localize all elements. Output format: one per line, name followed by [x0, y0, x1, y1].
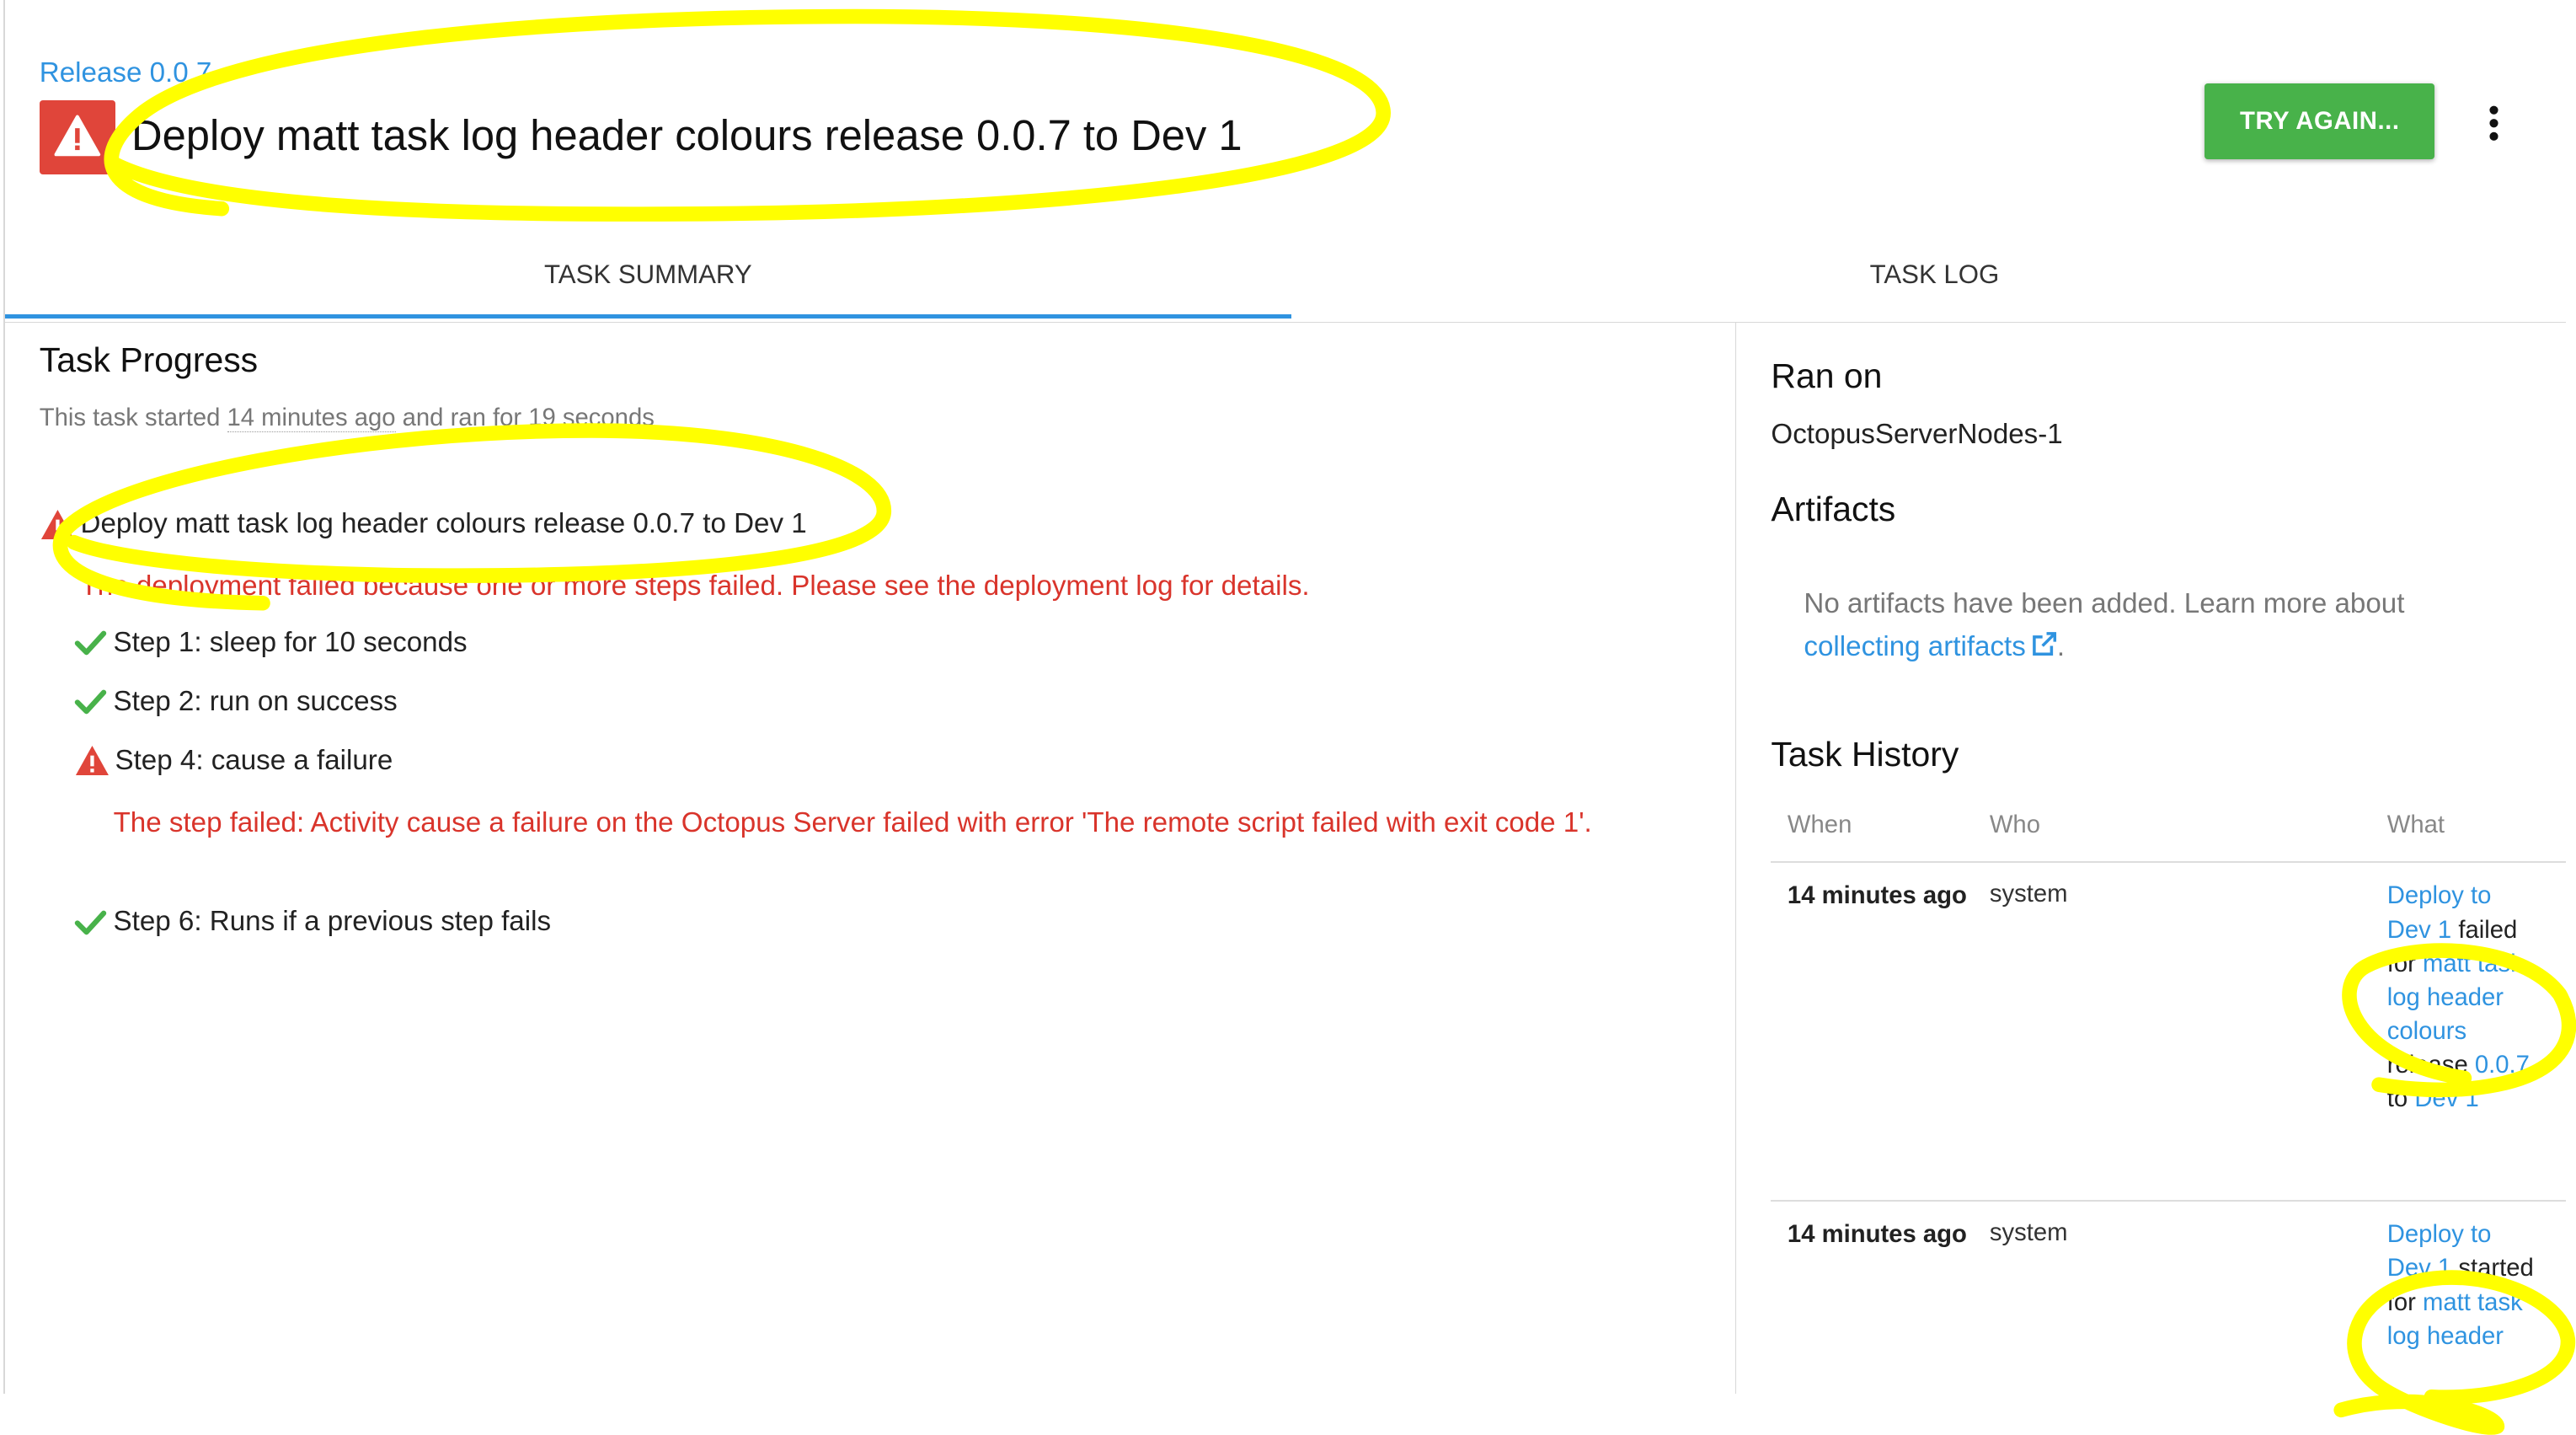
check-icon: [74, 910, 106, 934]
active-tab-indicator: [4, 313, 1291, 319]
panel-divider: [1734, 322, 1737, 1394]
task-started-text: This task started 14 minutes ago and ran…: [40, 404, 655, 432]
task-page: Release 0.0.7 Deploy matt task log heade…: [0, 0, 2576, 1435]
page-title: Deploy matt task log header colours rele…: [131, 110, 1243, 159]
try-again-button[interactable]: TRY AGAIN...: [2205, 83, 2435, 160]
warning-icon: [40, 509, 74, 539]
collecting-artifacts-link[interactable]: collecting artifacts: [1804, 631, 2056, 662]
history-link-environment[interactable]: Dev 1: [2414, 1085, 2478, 1112]
warning-icon: [54, 115, 100, 157]
history-when: 14 minutes ago: [1787, 1221, 1967, 1249]
history-what: Deploy to Dev 1 started for matt task lo…: [2387, 1218, 2538, 1353]
breadcrumb-release-link[interactable]: Release 0.0.7: [40, 57, 212, 89]
artifacts-message-text: No artifacts have been added. Learn more…: [1804, 588, 2405, 620]
column-header-when: When: [1787, 811, 1852, 839]
started-middle: and ran for: [395, 404, 529, 431]
history-who: system: [1989, 1219, 2068, 1247]
history-text: release: [2386, 1052, 2475, 1079]
step-row: Step 1: sleep for 10 seconds: [74, 626, 468, 659]
history-when: 14 minutes ago: [1787, 882, 1967, 910]
history-text: to: [2386, 1085, 2415, 1113]
tab-bar: TASK SUMMARY TASK LOG: [4, 230, 2567, 324]
check-icon: [74, 689, 106, 715]
more-vert-icon[interactable]: [2477, 99, 2510, 148]
task-error-message: The deployment failed because one or mor…: [80, 570, 1310, 602]
step-row: Step 2: run on success: [74, 685, 398, 718]
column-header-what: What: [2386, 811, 2445, 839]
page-border: [3, 0, 5, 1394]
table-divider: [1771, 1199, 2567, 1202]
artifacts-empty-message: No artifacts have been added. Learn more…: [1804, 583, 2510, 668]
ran-on-heading: Ran on: [1771, 356, 1883, 396]
task-node-label: Deploy matt task log header colours rele…: [80, 508, 807, 540]
check-icon: [74, 630, 106, 656]
step-label: Step 2: run on success: [113, 685, 398, 717]
step-label: Step 6: Runs if a previous step fails: [113, 906, 552, 938]
history-what: Deploy to Dev 1 failed for matt task log…: [2387, 879, 2538, 1116]
column-header-who: Who: [1989, 811, 2040, 839]
tab-task-log[interactable]: TASK LOG: [1291, 230, 2576, 319]
task-progress-heading: Task Progress: [39, 340, 259, 379]
tab-task-summary[interactable]: TASK SUMMARY: [5, 230, 1291, 319]
table-divider: [1771, 860, 2567, 863]
artifacts-heading: Artifacts: [1771, 490, 1896, 529]
step-row: Step 4: cause a failure: [74, 744, 393, 777]
ran-on-value: OctopusServerNodes-1: [1771, 419, 2063, 451]
history-link-release[interactable]: 0.0.7: [2475, 1052, 2530, 1079]
task-duration: 19 seconds: [528, 404, 655, 432]
task-history-heading: Task History: [1771, 734, 1959, 774]
external-link-icon: [2032, 631, 2056, 656]
task-node: Deploy matt task log header colours rele…: [40, 508, 807, 541]
history-who: system: [1989, 881, 2068, 908]
bottom-cutoff: [0, 1393, 2576, 1435]
started-prefix: This task started: [39, 404, 227, 431]
step-label: Step 1: sleep for 10 seconds: [113, 626, 468, 658]
step-label: Step 4: cause a failure: [115, 744, 393, 776]
started-ago: 14 minutes ago: [227, 404, 396, 432]
step-error-message: The step failed: Activity cause a failur…: [113, 806, 1592, 838]
warning-icon: [75, 746, 109, 776]
artifacts-period: .: [2056, 631, 2066, 663]
task-failed-badge: [39, 99, 115, 174]
step-row: Step 6: Runs if a previous step fails: [74, 906, 551, 939]
